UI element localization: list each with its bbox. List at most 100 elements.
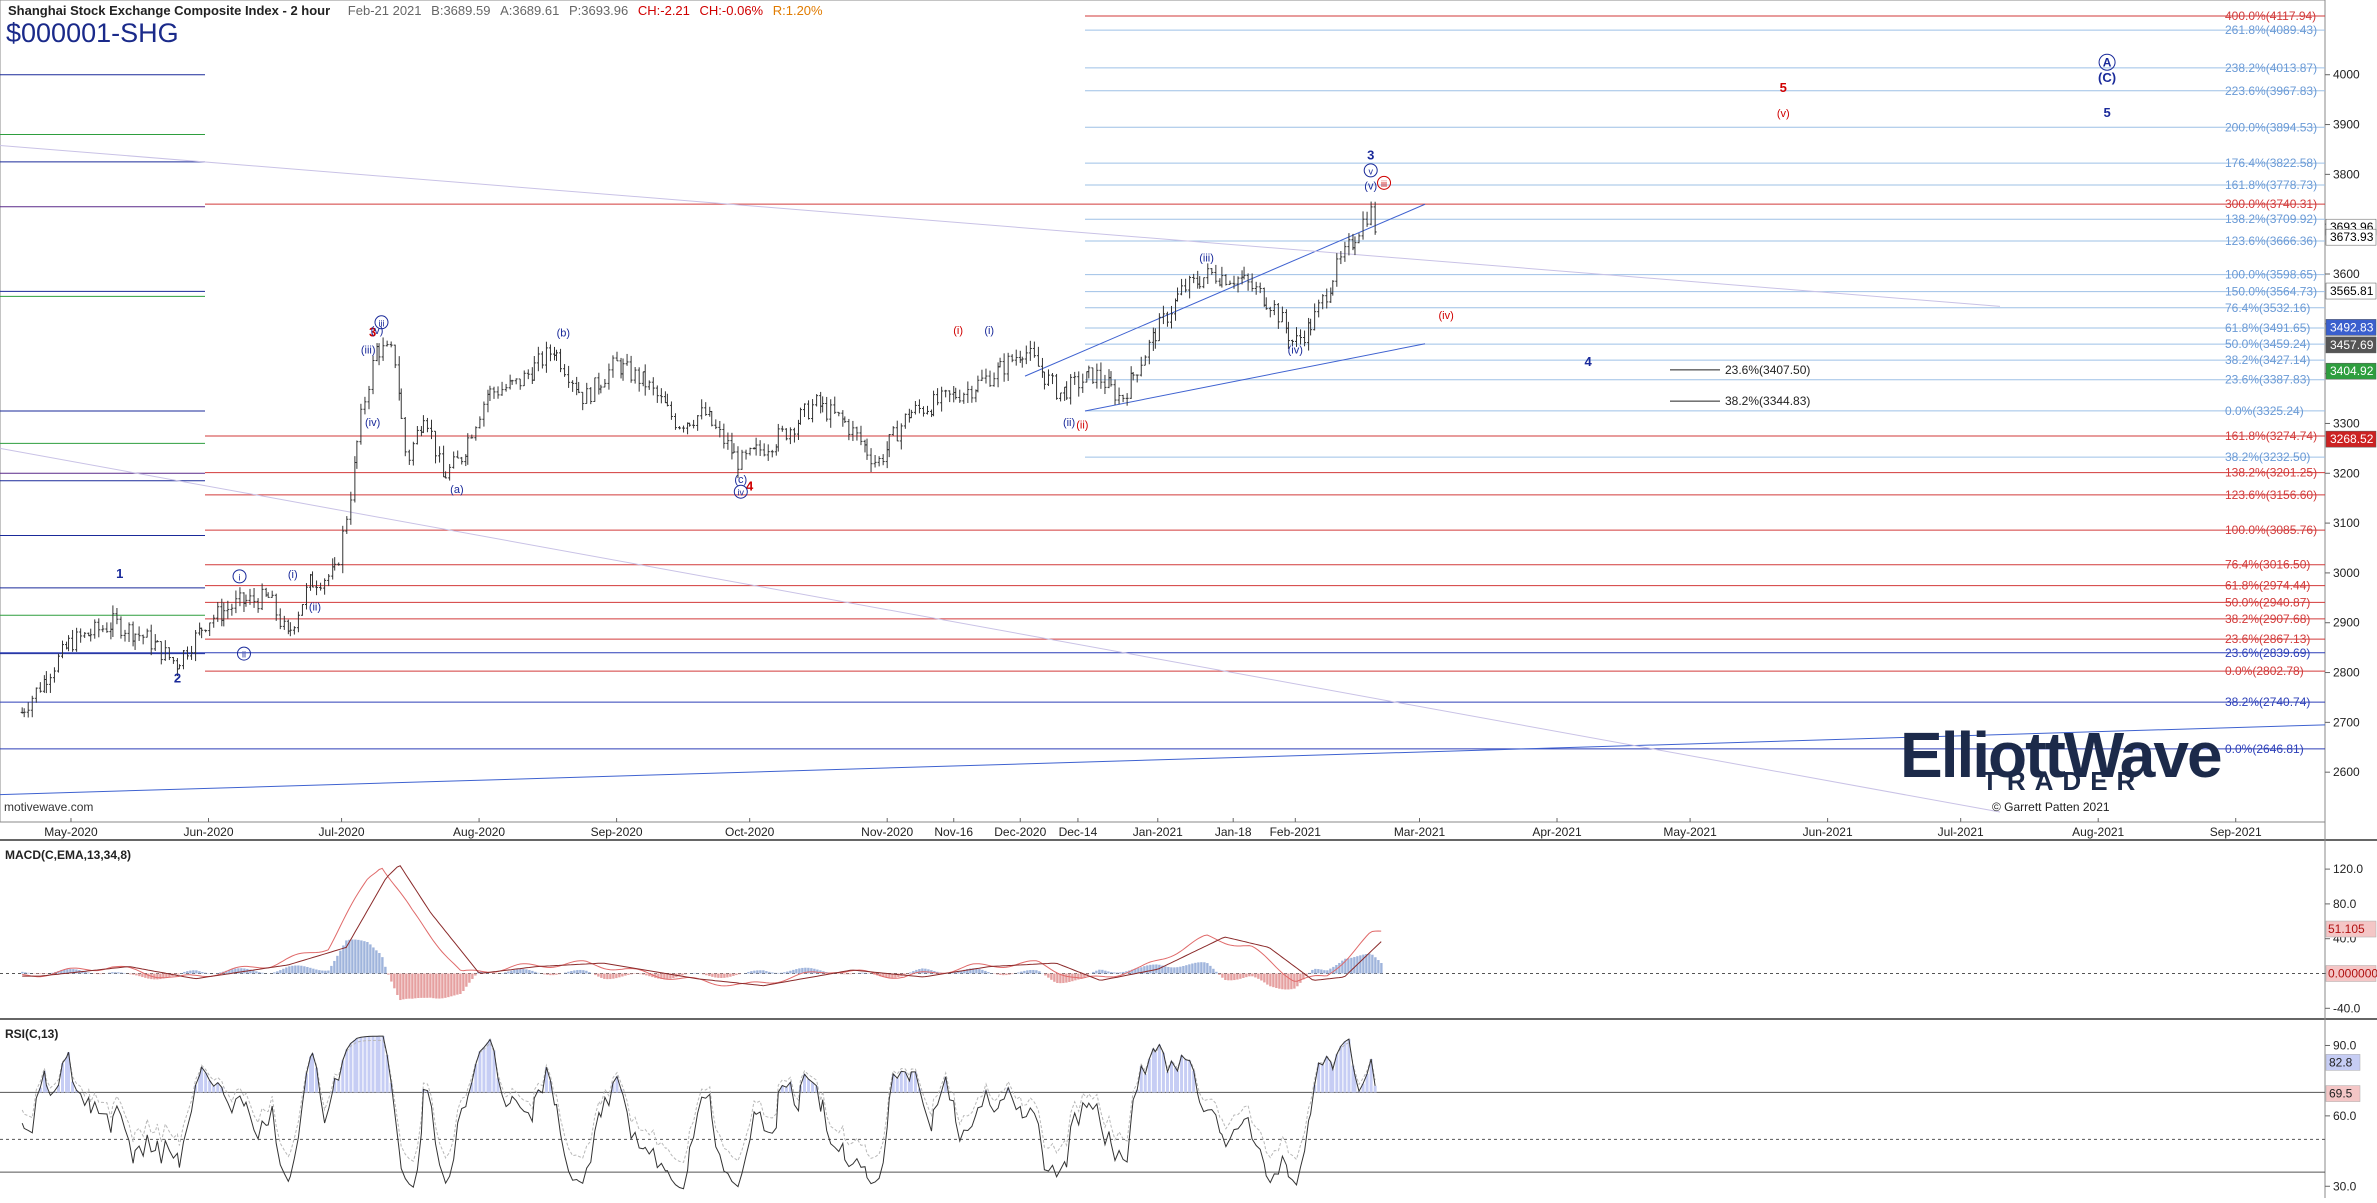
macd-histogram-bar: [435, 974, 437, 999]
macd-histogram-bar: [768, 972, 770, 974]
macd-histogram-bar: [717, 974, 719, 978]
wave-circle-label: iv: [738, 488, 745, 498]
macd-histogram-bar: [444, 974, 446, 998]
fib-label-blue: 23.6%(2839.69): [2225, 646, 2310, 660]
macd-histogram-bar: [1068, 974, 1070, 982]
macd-histogram-bar: [1296, 974, 1298, 987]
macd-histogram-bar: [423, 974, 425, 998]
wave-label: (iv): [1438, 310, 1453, 322]
macd-histogram-bar: [366, 942, 368, 973]
macd-histogram-bar: [705, 974, 707, 976]
y-tick-label: 3800: [2333, 167, 2360, 181]
macd-histogram-bar: [735, 974, 737, 976]
macd-histogram-bar: [1173, 967, 1175, 973]
macd-histogram-bar: [726, 974, 728, 978]
macd-histogram-bar: [177, 974, 179, 975]
macd-histogram-bar: [720, 974, 722, 978]
macd-histogram-bar: [276, 971, 278, 973]
macd-histogram-bar: [1323, 970, 1325, 973]
macd-histogram-bar: [327, 971, 329, 974]
fib-label-red: 100.0%(3085.76): [2225, 523, 2317, 537]
x-tick-label: Aug-2021: [2072, 825, 2124, 839]
wave-label: (b): [557, 327, 570, 339]
macd-histogram-bar: [849, 974, 851, 975]
wave-circle-label: iii: [378, 318, 384, 328]
wave-label: (i): [984, 325, 994, 337]
macd-histogram-bar: [603, 974, 605, 979]
macd-histogram-bar: [468, 974, 470, 983]
rsi-y-tick-label: 30.0: [2333, 1179, 2357, 1193]
macd-histogram-bar: [522, 969, 524, 973]
macd-histogram-bar: [693, 973, 695, 974]
macd-histogram-bar: [639, 974, 641, 975]
y-tick-label: 3200: [2333, 466, 2360, 480]
macd-histogram-bar: [840, 974, 842, 975]
macd-histogram-bar: [1290, 974, 1292, 990]
macd-histogram-bar: [405, 974, 407, 999]
macd-histogram-bar: [318, 970, 320, 973]
fib-label-blue: 261.8%(4089.43): [2225, 23, 2317, 37]
macd-histogram-bar: [807, 968, 809, 974]
x-tick-label: Jan-2021: [1133, 825, 1183, 839]
macd-histogram-bar: [402, 974, 404, 1000]
price-badge-label: 3565.81: [2330, 284, 2374, 298]
macd-histogram-bar: [672, 974, 674, 979]
macd-histogram-bar: [579, 970, 581, 974]
chart-canvas: May-2020Jun-2020Jul-2020Aug-2020Sep-2020…: [0, 0, 2377, 1198]
price-badge-label: 3492.83: [2330, 320, 2374, 334]
macd-histogram-bar: [858, 973, 860, 974]
fib-label-blue: 38.2%(3232.50): [2225, 450, 2310, 464]
macd-histogram-bar: [1281, 974, 1283, 990]
fib-label-blue: 150.0%(3564.73): [2225, 285, 2317, 299]
macd-histogram-bar: [141, 974, 143, 978]
macd-histogram-bar: [255, 971, 257, 973]
rsi-badge-label: 82.8: [2329, 1055, 2353, 1069]
x-tick-label: Jun-2020: [183, 825, 233, 839]
macd-histogram-bar: [42, 974, 44, 975]
macd-histogram-bar: [549, 974, 551, 976]
macd-histogram-bar: [456, 974, 458, 995]
rsi-y-tick-label: 90.0: [2333, 1038, 2357, 1052]
wave-label: 3: [1367, 147, 1374, 162]
wave-label: (ii): [309, 601, 321, 613]
watermark: motivewave.com: [4, 800, 93, 814]
macd-histogram-bar: [792, 970, 794, 974]
macd-histogram-bar: [1266, 974, 1268, 985]
wave-label: (iv): [1288, 345, 1303, 357]
macd-histogram-bar: [798, 968, 800, 973]
wave-label: 2: [174, 671, 181, 686]
wave-label: (iii): [361, 345, 376, 357]
macd-histogram-bar: [927, 969, 929, 973]
macd-histogram-bar: [351, 940, 353, 974]
symbol-label: $000001-SHG: [6, 18, 179, 49]
macd-histogram-bar: [117, 972, 119, 973]
wave-label: (iii): [1199, 253, 1214, 265]
macd-histogram-bar: [408, 974, 410, 999]
y-tick-label: 2800: [2333, 666, 2360, 680]
x-tick-label: Dec-14: [1059, 825, 1098, 839]
wave-label: (ii): [1076, 419, 1088, 431]
macd-histogram-bar: [87, 973, 89, 974]
channel-lower: [1085, 344, 1425, 411]
macd-histogram-bar: [291, 966, 293, 974]
macd-histogram-bar: [1005, 974, 1007, 976]
macd-histogram-bar: [1224, 974, 1226, 980]
macd-histogram-bar: [1308, 973, 1310, 974]
macd-histogram-bar: [372, 947, 374, 973]
fib-label-blue: 223.6%(3967.83): [2225, 84, 2317, 98]
macd-histogram-bar: [606, 974, 608, 980]
macd-histogram-bar: [1101, 970, 1103, 974]
macd-histogram-bar: [510, 971, 512, 974]
wave-label: 5: [2103, 105, 2110, 120]
chart-header: Shanghai Stock Exchange Composite Index …: [8, 3, 823, 18]
fib-label-blue: 123.6%(3666.36): [2225, 234, 2317, 248]
macd-histogram-bar: [759, 970, 761, 973]
macd-histogram-bar: [1338, 963, 1340, 974]
macd-histogram-bar: [762, 970, 764, 973]
macd-histogram-bar: [864, 973, 866, 974]
macd-histogram-bar: [1185, 965, 1187, 973]
fib-label-blue: 0.0%(3325.24): [2225, 404, 2304, 418]
macd-histogram-bar: [1257, 974, 1259, 979]
macd-histogram-bar: [381, 957, 383, 973]
macd-histogram-bar: [135, 974, 137, 976]
